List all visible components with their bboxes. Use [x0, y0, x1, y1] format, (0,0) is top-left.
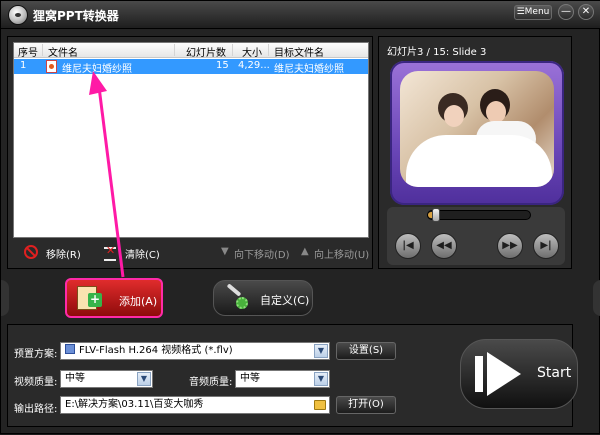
seek-handle[interactable]	[432, 208, 441, 222]
output-path-value: E:\解决方案\03.11\百变大咖秀	[65, 399, 204, 410]
wrench-icon	[226, 283, 242, 297]
output-path-label: 输出路径:	[14, 404, 58, 415]
move-down-icon: ▼	[221, 246, 229, 257]
col-separator	[232, 44, 233, 56]
slide-photo	[400, 71, 554, 187]
right-side-tab	[593, 280, 600, 316]
move-up-icon: ▲	[301, 246, 309, 257]
start-arrow-icon	[475, 352, 523, 396]
next-slide-button[interactable]: ▶▶	[497, 233, 523, 259]
audio-quality-label: 音频质量:	[189, 377, 233, 388]
start-button[interactable]: Start	[460, 339, 578, 409]
minimize-button[interactable]: —	[558, 4, 574, 20]
start-button-label: Start	[537, 365, 572, 381]
open-button[interactable]: 打开(O)	[336, 396, 396, 414]
row-filename: 维尼夫妇婚纱照	[62, 64, 132, 75]
col-filename[interactable]: 文件名	[48, 44, 78, 59]
clear-icon[interactable]	[104, 244, 118, 261]
col-slides[interactable]: 幻灯片数	[186, 44, 226, 59]
file-list[interactable]: 序号 文件名 幻灯片数 大小 目标文件名 1 维尼夫妇婚纱照 15 4,29..…	[13, 42, 369, 238]
preset-select[interactable]: FLV-Flash H.264 视频格式 (*.flv) ▼	[60, 342, 330, 360]
col-separator	[268, 44, 269, 56]
col-size[interactable]: 大小	[242, 44, 262, 59]
list-header: 序号 文件名 幻灯片数 大小 目标文件名	[14, 43, 368, 59]
file-list-panel: 序号 文件名 幻灯片数 大小 目标文件名 1 维尼夫妇婚纱照 15 4,29..…	[7, 36, 373, 269]
close-button[interactable]: ✕	[578, 4, 594, 20]
window-title: 狸窝PPT转换器	[33, 9, 119, 23]
list-action-bar: 移除(R) 清除(C) ▼ 向下移动(D) ▲ 向上移动(U)	[8, 242, 374, 264]
audio-quality-value: 中等	[240, 373, 260, 384]
remove-icon[interactable]	[24, 245, 38, 259]
custom-button[interactable]: 自定义(C)	[213, 280, 313, 316]
first-slide-button[interactable]: |◀	[395, 233, 421, 259]
col-index[interactable]: 序号	[18, 44, 38, 59]
folder-icon[interactable]	[314, 400, 326, 410]
row-index: 1	[20, 60, 27, 71]
add-file-icon	[77, 286, 102, 310]
left-side-tab	[1, 280, 9, 316]
photo-figure	[406, 135, 552, 187]
remove-button[interactable]: 移除(R)	[46, 246, 81, 261]
move-down-button[interactable]: 向下移动(D)	[234, 246, 290, 261]
chevron-down-icon: ▼	[137, 372, 151, 386]
menu-button[interactable]: ☰Menu	[514, 5, 552, 20]
video-quality-select[interactable]: 中等 ▼	[60, 370, 153, 388]
settings-button[interactable]: 设置(S)	[336, 342, 396, 360]
clear-button[interactable]: 清除(C)	[125, 246, 160, 261]
slide-indicator: 幻灯片3 / 15: Slide 3	[387, 47, 487, 58]
preview-panel: 幻灯片3 / 15: Slide 3 |◀ ◀◀ ▶▶ ▶|	[378, 36, 572, 269]
row-size: 4,29...	[238, 60, 270, 71]
video-quality-label: 视频质量:	[14, 377, 58, 388]
chevron-down-icon: ▼	[314, 344, 328, 358]
move-up-button[interactable]: 向上移动(U)	[314, 246, 369, 261]
tools-icon	[224, 283, 250, 311]
custom-button-label: 自定义(C)	[260, 294, 310, 307]
flv-format-icon	[65, 344, 75, 354]
start-arrow-head	[487, 352, 521, 396]
audio-quality-select[interactable]: 中等 ▼	[235, 370, 330, 388]
slide-preview	[390, 61, 564, 205]
row-target: 维尼夫妇婚纱照	[274, 64, 344, 75]
preset-value: FLV-Flash H.264 视频格式 (*.flv)	[79, 345, 233, 356]
ppt-file-icon	[46, 60, 57, 73]
title-bar: 狸窝PPT转换器 ☰Menu — ✕	[1, 1, 600, 29]
preset-label: 预置方案:	[14, 349, 58, 360]
chevron-down-icon: ▼	[314, 372, 328, 386]
photo-figure	[486, 101, 506, 123]
menu-icon: ☰	[516, 7, 525, 17]
video-quality-value: 中等	[65, 373, 85, 384]
col-target[interactable]: 目标文件名	[274, 44, 324, 59]
photo-figure	[444, 105, 464, 127]
gear-icon	[236, 297, 248, 309]
table-row[interactable]: 1 维尼夫妇婚纱照 15 4,29... 维尼夫妇婚纱照	[14, 59, 368, 75]
add-button[interactable]: 添加(A)	[65, 278, 163, 318]
previous-slide-button[interactable]: ◀◀	[431, 233, 457, 259]
add-button-label: 添加(A)	[119, 295, 158, 308]
row-slides: 15	[216, 60, 229, 71]
col-separator	[42, 44, 43, 56]
output-path-field[interactable]: E:\解决方案\03.11\百变大咖秀	[60, 396, 330, 414]
last-slide-button[interactable]: ▶|	[533, 233, 559, 259]
seek-bar[interactable]	[427, 208, 531, 222]
app-window: 狸窝PPT转换器 ☰Menu — ✕ 序号 文件名 幻灯片数 大小 目标文件名 …	[0, 0, 600, 434]
col-separator	[174, 44, 175, 56]
app-logo-icon	[8, 5, 28, 25]
player-controls: |◀ ◀◀ ▶▶ ▶|	[387, 207, 565, 265]
start-arrow-bar	[475, 356, 483, 392]
menu-label: Menu	[524, 7, 550, 17]
